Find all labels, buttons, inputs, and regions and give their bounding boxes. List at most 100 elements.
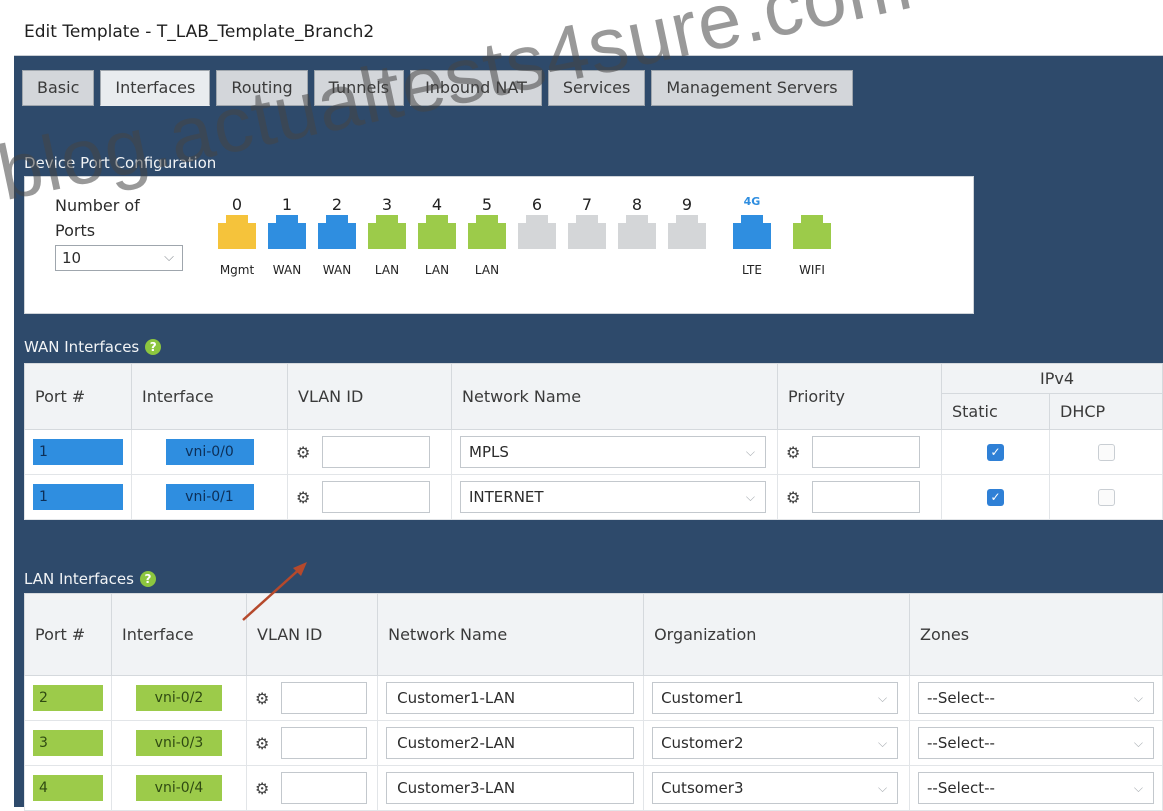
lan-port-cell: 3 xyxy=(24,720,112,766)
lan-vlan-cell: ⚙ xyxy=(245,720,379,766)
chevron-down-icon: ⌵ xyxy=(1133,781,1143,795)
port-lte[interactable]: 4G LTE xyxy=(730,195,774,279)
number-of-ports-select[interactable]: 10 ⌵ xyxy=(55,245,183,271)
wan-dhcp-cell xyxy=(1049,429,1163,475)
port-7[interactable]: 7 xyxy=(565,195,609,279)
tab-basic[interactable]: Basic xyxy=(22,70,95,106)
zones-select[interactable]: --Select-- ⌵ xyxy=(918,772,1154,804)
help-icon[interactable]: ? xyxy=(139,571,156,587)
wifi-port-icon xyxy=(793,215,831,249)
lan-vlan-cell: ⚙ xyxy=(245,675,379,721)
zones-select[interactable]: --Select-- ⌵ xyxy=(918,682,1154,714)
network-name-input[interactable]: Customer2-LAN xyxy=(386,727,635,759)
window-title: Edit Template - T_LAB_Template_Branch2 xyxy=(24,22,375,42)
chevron-down-icon: ⌵ xyxy=(745,490,755,504)
priority-input[interactable] xyxy=(812,436,920,468)
port-badge: 2 xyxy=(33,685,103,711)
port-number: 1 xyxy=(281,195,293,214)
wan-port-cell: 1 xyxy=(24,429,132,475)
lan-col-port: Port # xyxy=(24,593,112,676)
dhcp-checkbox[interactable] xyxy=(1097,489,1115,506)
help-icon[interactable]: ? xyxy=(145,339,162,355)
gear-icon[interactable]: ⚙ xyxy=(786,443,802,462)
port-8[interactable]: 8 xyxy=(615,195,659,279)
port-3[interactable]: 3 LAN xyxy=(365,195,409,279)
tab-tunnels[interactable]: Tunnels xyxy=(313,70,405,106)
ethernet-port-icon xyxy=(268,215,306,249)
dhcp-checkbox[interactable] xyxy=(1097,444,1115,461)
port-wifi[interactable]: WIFI xyxy=(790,195,834,279)
ethernet-port-icon xyxy=(568,215,606,249)
port-4[interactable]: 4 LAN xyxy=(415,195,459,279)
chevron-down-icon: ⌵ xyxy=(1133,736,1143,750)
wan-col-static: Static xyxy=(941,393,1050,430)
wan-static-cell: ✓ xyxy=(941,429,1050,475)
port-5[interactable]: 5 LAN xyxy=(465,195,509,279)
wan-network-cell: MPLS ⌵ xyxy=(451,429,778,475)
tab-services[interactable]: Services xyxy=(547,70,646,106)
port-2[interactable]: 2 WAN xyxy=(315,195,359,279)
gear-icon[interactable]: ⚙ xyxy=(255,779,271,798)
priority-input[interactable] xyxy=(812,481,920,513)
gear-icon[interactable]: ⚙ xyxy=(255,689,271,708)
port-number: 8 xyxy=(631,195,643,214)
wan-col-dhcp: DHCP xyxy=(1049,393,1163,430)
port-6[interactable]: 6 xyxy=(515,195,559,279)
network-name-input[interactable]: Customer1-LAN xyxy=(386,682,635,714)
port-role-label: LAN xyxy=(374,263,400,277)
tab-routing[interactable]: Routing xyxy=(216,70,308,106)
static-checkbox[interactable]: ✓ xyxy=(987,444,1004,461)
wan-interface-cell: vni-0/0 xyxy=(131,429,288,475)
lan-col-network: Network Name xyxy=(377,593,645,676)
tab-interfaces[interactable]: Interfaces xyxy=(100,70,211,106)
device-port-panel: Number of Ports 10 ⌵ 0 Mgmt 1 WAN 2 WAN 3 LAN 4 L… xyxy=(24,176,974,314)
port-1[interactable]: 1 WAN xyxy=(265,195,309,279)
wan-interfaces-table: Port # Interface VLAN ID Network Name Pr… xyxy=(24,363,1163,520)
wan-network-cell: INTERNET ⌵ xyxy=(451,474,778,520)
port-role-label: WAN xyxy=(272,263,302,277)
gear-icon[interactable]: ⚙ xyxy=(296,488,312,507)
chevron-down-icon: ⌵ xyxy=(877,691,888,705)
ethernet-port-icon xyxy=(318,215,356,249)
wan-interfaces-title: WAN Interfaces? xyxy=(24,338,162,356)
organization-select[interactable]: Cutsomer3 ⌵ xyxy=(652,772,899,804)
vlan-id-input[interactable] xyxy=(281,682,367,714)
wan-col-interface: Interface xyxy=(131,363,288,430)
organization-select[interactable]: Customer1 ⌵ xyxy=(652,682,899,714)
vlan-id-input[interactable] xyxy=(322,481,430,513)
port-number: 3 xyxy=(381,195,393,214)
vlan-id-input[interactable] xyxy=(281,772,367,804)
gear-icon[interactable]: ⚙ xyxy=(786,488,802,507)
port-badge: 3 xyxy=(33,730,103,756)
vlan-id-input[interactable] xyxy=(322,436,430,468)
port-0[interactable]: 0 Mgmt xyxy=(215,195,259,279)
tab-management-servers[interactable]: Management Servers xyxy=(651,70,853,106)
table-row: 1 vni-0/0 ⚙ MPLS ⌵ ⚙ ✓ xyxy=(24,429,1163,475)
lan-org-cell: Customer2 ⌵ xyxy=(643,720,910,766)
network-name-value: MPLS xyxy=(469,443,509,461)
wan-vlan-cell: ⚙ xyxy=(287,429,452,475)
wan-priority-cell: ⚙ xyxy=(777,429,942,475)
network-name-select[interactable]: MPLS ⌵ xyxy=(460,436,766,468)
static-checkbox[interactable]: ✓ xyxy=(987,489,1004,506)
ethernet-port-icon xyxy=(668,215,706,249)
tab-inbound-nat[interactable]: Inbound NAT xyxy=(410,70,542,106)
gear-icon[interactable]: ⚙ xyxy=(255,734,271,753)
wan-col-priority: Priority xyxy=(777,363,942,430)
vlan-id-input[interactable] xyxy=(281,727,367,759)
port-number: 6 xyxy=(531,195,543,214)
port-role-label: LAN xyxy=(424,263,450,277)
lan-zones-cell: --Select-- ⌵ xyxy=(909,675,1163,721)
network-name-input[interactable]: Customer3-LAN xyxy=(386,772,635,804)
organization-select[interactable]: Customer2 ⌵ xyxy=(652,727,899,759)
organization-value: Customer1 xyxy=(661,689,744,707)
port-number: 4 xyxy=(431,195,443,214)
port-number: 0 xyxy=(231,195,243,214)
organization-value: Cutsomer3 xyxy=(661,779,744,797)
zones-select[interactable]: --Select-- ⌵ xyxy=(918,727,1154,759)
lan-port-cell: 2 xyxy=(24,675,112,721)
gear-icon[interactable]: ⚙ xyxy=(296,443,312,462)
port-9[interactable]: 9 xyxy=(665,195,709,279)
organization-value: Customer2 xyxy=(661,734,744,752)
network-name-select[interactable]: INTERNET ⌵ xyxy=(460,481,766,513)
